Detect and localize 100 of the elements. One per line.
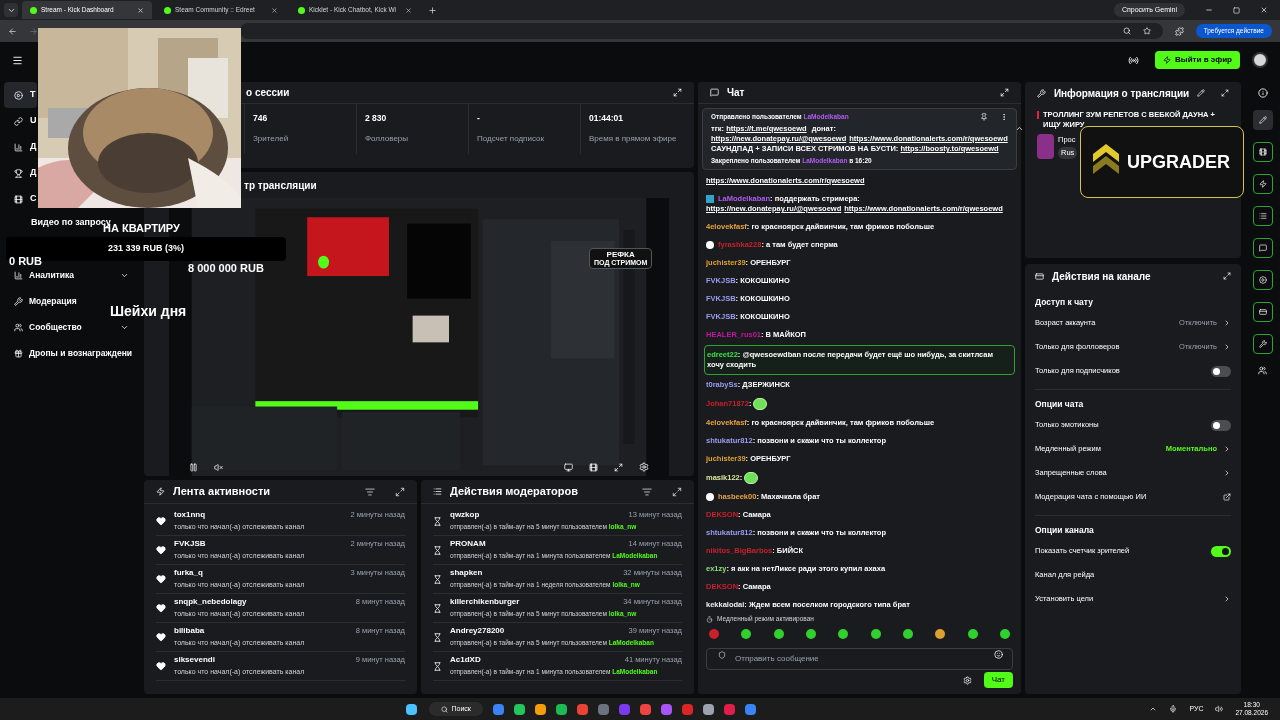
toggle-switch[interactable] [1211,419,1231,431]
emote-icon[interactable] [967,629,978,639]
moderator-badge-icon [706,195,714,203]
sidebar-item[interactable]: Д [4,160,37,186]
nav-icon [14,116,23,126]
section-title: Опции канала [1035,523,1095,537]
chevron-icon [1223,445,1231,453]
expand-icon[interactable] [395,486,405,497]
tray-icon[interactable] [1149,705,1158,713]
heart-icon [156,574,166,584]
toggle-switch[interactable] [1211,545,1231,557]
app-icon[interactable] [723,703,735,715]
extensions-icon[interactable] [1174,26,1184,36]
app-icon[interactable] [744,703,756,715]
toggle-switch[interactable] [1211,365,1231,377]
emote-icon[interactable] [902,629,913,639]
address-field[interactable] [240,23,1163,39]
community-icon[interactable] [1258,366,1267,375]
edit-icon[interactable] [1197,89,1206,97]
app-icon[interactable] [597,703,609,715]
send-button[interactable]: Чат [983,672,1013,688]
go-live-button[interactable]: Выйти в эфир [1155,51,1240,69]
minimize-icon[interactable] [1205,6,1213,14]
close-icon[interactable] [405,6,412,14]
back-icon[interactable] [8,26,17,36]
edit-button[interactable] [1252,110,1273,130]
expand-icon[interactable] [672,486,682,497]
panel-toggle-button[interactable] [1252,142,1273,162]
broadcast-icon[interactable] [1128,54,1140,66]
sidebar-item[interactable]: С [4,186,37,212]
screen-icon[interactable] [564,462,573,472]
sidebar-item[interactable]: Д [4,134,37,160]
emote-icon[interactable] [741,629,752,639]
info-icon[interactable] [1257,88,1268,98]
section-title: Опции чата [1035,397,1085,411]
overlay-text: Шейхи дня [110,304,187,318]
sidebar-item[interactable]: Аналитика [4,267,134,283]
emoji-icon[interactable] [994,650,1003,659]
emote-icon[interactable] [999,629,1010,639]
emote-icon[interactable] [838,629,849,639]
emote-icon[interactable] [870,629,881,639]
username: qwzkop [450,509,481,521]
app-icon[interactable] [702,703,714,715]
pin-icon[interactable] [980,113,988,121]
panel-toggle-button[interactable] [1252,334,1273,354]
settings-icon[interactable] [639,462,649,472]
message-field[interactable]: Отправить сообщение [706,647,1013,670]
expand-icon[interactable] [1221,89,1229,97]
sidebar-item[interactable]: Т [4,82,37,108]
emote-icon[interactable] [935,629,946,639]
panel-toggle-button[interactable] [1252,302,1273,322]
tab-list-button[interactable] [4,3,18,17]
panel-toggle-button[interactable] [1252,174,1273,194]
expand-icon[interactable] [673,88,682,97]
app-icon[interactable] [534,703,546,715]
app-icon[interactable] [681,703,693,715]
panel-title: Информация о трансляции [1053,86,1190,101]
maximize-icon[interactable] [1233,6,1240,14]
start-icon[interactable] [405,703,417,715]
mic-icon[interactable] [1169,705,1178,713]
fullscreen-icon[interactable] [614,462,623,472]
app-icon[interactable] [660,703,672,715]
app-icon[interactable] [513,703,525,715]
sidebar-item[interactable]: U [4,108,37,134]
username: furka_q [174,567,204,579]
app-icon[interactable] [492,703,504,715]
filter-icon[interactable] [365,486,375,497]
clip-icon[interactable] [589,462,598,472]
sidebar-item[interactable]: Модерация [4,293,78,309]
filter-icon[interactable] [642,486,652,497]
stat-value: 2 830 [365,112,388,125]
stat-label: Фолловеры [365,132,410,145]
zoom-icon[interactable] [1122,27,1131,35]
sidebar-item[interactable]: Сообщество [4,319,134,335]
panel-icon [1258,212,1267,220]
menu-icon[interactable] [12,54,23,66]
bookmark-icon[interactable] [1142,27,1151,35]
settings-icon[interactable] [962,675,972,685]
new-tab-icon[interactable] [428,5,437,15]
goal-start: 0 RUB [9,255,42,268]
panel-toggle-button[interactable] [1252,206,1273,226]
app-icon[interactable] [639,703,651,715]
app-icon[interactable] [576,703,588,715]
emote-icon[interactable] [806,629,816,639]
close-icon[interactable] [271,6,278,14]
emote-icon [744,472,759,484]
panel-toggle-button[interactable] [1252,238,1273,258]
collapse-icon[interactable] [1014,124,1024,133]
expand-icon[interactable] [1223,272,1231,280]
mute-icon[interactable] [214,462,223,472]
pause-icon[interactable] [189,462,198,472]
sidebar-item[interactable]: Дропы и вознаграждени [4,345,134,361]
expand-icon[interactable] [1000,88,1009,97]
app-icon[interactable] [555,703,567,715]
volume-icon[interactable] [1215,705,1224,713]
panel-toggle-button[interactable] [1252,270,1273,290]
more-icon[interactable] [1000,113,1008,121]
hourglass-icon [433,574,442,584]
emote-icon[interactable] [773,629,784,639]
username: bilibaba [174,625,206,637]
